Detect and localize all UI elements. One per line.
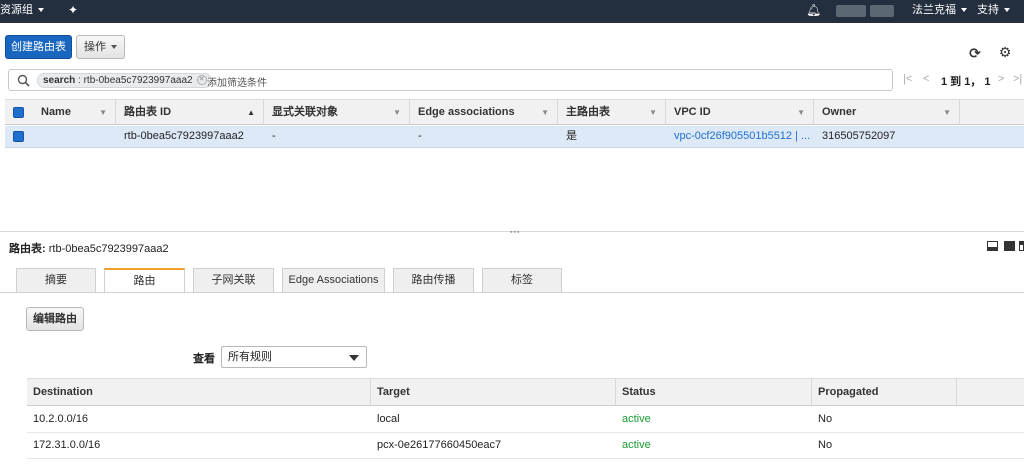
cell-target: local: [377, 413, 400, 425]
tab-edge-associations[interactable]: Edge Associations: [282, 268, 385, 293]
actions-button[interactable]: 操作: [76, 35, 125, 59]
filter-chip-value: : rtb-0bea5c7923997aaa2: [75, 75, 193, 86]
cell-status: active: [622, 439, 651, 451]
cell-owner: 316505752097: [822, 130, 896, 142]
sort-icon: ▼: [393, 108, 401, 117]
tabs-divider: [0, 292, 1024, 293]
column-header-vpc-id[interactable]: VPC ID ▼: [666, 100, 814, 125]
gear-icon[interactable]: ⚙: [997, 44, 1013, 60]
routes-table-header: Destination Target Status Propagated: [27, 378, 1024, 406]
cell-destination: 10.2.0.0/16: [33, 413, 89, 425]
cell-vpc-id-link[interactable]: vpc-0cf26f905501b5512 | ...: [666, 126, 814, 147]
panel-top-icon[interactable]: [1019, 241, 1024, 251]
cell-status: active: [622, 413, 651, 425]
region-label: 法兰克福: [912, 4, 956, 16]
bell-icon[interactable]: 🔔︎: [806, 0, 821, 23]
column-header-destination[interactable]: Destination: [27, 379, 371, 406]
cell-name: [33, 126, 116, 147]
route-table-grid-header: Name ▼ 路由表 ID ▲ 显式关联对象 ▼ Edge associatio…: [5, 99, 1024, 125]
column-header-status[interactable]: Status: [616, 379, 812, 406]
column-header-route-table-id[interactable]: 路由表 ID ▲: [116, 100, 264, 125]
chevron-down-icon: [1004, 8, 1010, 13]
filter-search-bar[interactable]: search : rtb-0bea5c7923997aaa2 ✕ 添加筛选条件: [8, 69, 893, 91]
account-id-redacted: [870, 5, 894, 17]
sort-icon: ▼: [797, 108, 805, 117]
chevron-down-icon: [111, 45, 117, 50]
edit-routes-button[interactable]: 编辑路由: [26, 307, 84, 331]
view-select[interactable]: 所有规则: [221, 346, 367, 368]
detail-title-label: 路由表:: [9, 243, 46, 255]
tab-routes[interactable]: 路由: [104, 268, 185, 293]
column-header-explicit-associations[interactable]: 显式关联对象 ▼: [264, 100, 410, 125]
cell-route-table-id: rtb-0bea5c7923997aaa2: [124, 130, 244, 142]
panel-bottom-icon[interactable]: [987, 241, 998, 251]
next-page-icon[interactable]: >: [998, 73, 1004, 85]
pagination-text: 1 到 1， 1: [941, 76, 991, 88]
panel-maximize-icon[interactable]: [1004, 241, 1015, 251]
search-icon: [17, 74, 30, 87]
cell-edge-associations: -: [418, 130, 422, 142]
tab-summary[interactable]: 摘要: [16, 268, 96, 293]
tab-tags[interactable]: 标签: [482, 268, 562, 293]
support-menu[interactable]: 支持: [977, 0, 1010, 23]
cell-propagated: No: [818, 413, 833, 425]
tab-subnet-associations[interactable]: 子网关联: [193, 268, 274, 293]
column-header-edge-associations[interactable]: Edge associations ▼: [410, 100, 558, 125]
cell-main: 是: [566, 130, 577, 142]
select-all-checkbox[interactable]: [13, 107, 24, 118]
pin-icon[interactable]: ✦: [68, 0, 78, 23]
table-row[interactable]: 172.31.0.0/16 pcx-0e26177660450eac7 acti…: [27, 433, 1024, 459]
resource-groups-label: 资源组: [0, 4, 33, 16]
sort-icon: ▼: [99, 108, 107, 117]
refresh-icon[interactable]: ⟳: [967, 45, 983, 61]
chevron-down-icon: [38, 8, 44, 13]
column-header-main[interactable]: 主路由表 ▼: [558, 100, 666, 125]
filter-placeholder: 添加筛选条件: [207, 78, 267, 89]
resource-groups-menu[interactable]: 资源组: [0, 0, 44, 23]
cell-destination: 172.31.0.0/16: [33, 439, 101, 451]
chevron-down-icon: [961, 8, 967, 13]
sort-asc-icon: ▲: [247, 108, 255, 117]
row-checkbox[interactable]: [13, 131, 24, 142]
region-menu[interactable]: 法兰克福: [912, 0, 967, 23]
first-page-icon[interactable]: |<: [903, 73, 912, 85]
column-header-owner[interactable]: Owner ▼: [814, 100, 960, 125]
cell-propagated: No: [818, 439, 833, 451]
sort-icon: ▼: [541, 108, 549, 117]
view-select-value: 所有规则: [228, 351, 272, 363]
account-name-redacted: [836, 5, 866, 17]
cell-target-link[interactable]: pcx-0e26177660450eac7: [371, 433, 501, 458]
column-header-propagated[interactable]: Propagated: [812, 379, 957, 406]
actions-label: 操作: [84, 41, 106, 53]
support-label: 支持: [977, 4, 999, 16]
filter-chip-key: search: [43, 75, 76, 86]
drag-handle-icon[interactable]: ▪▪▪: [510, 229, 520, 236]
create-route-table-button[interactable]: 创建路由表: [5, 35, 72, 59]
sort-icon: ▼: [943, 108, 951, 117]
last-page-icon[interactable]: >|: [1013, 73, 1022, 85]
dropdown-icon: [349, 355, 359, 361]
view-label: 查看: [193, 353, 215, 365]
table-row[interactable]: rtb-0bea5c7923997aaa2 - - 是 vpc-0cf26f90…: [5, 126, 1024, 148]
tab-route-propagation[interactable]: 路由传播: [393, 268, 474, 293]
detail-title-value: rtb-0bea5c7923997aaa2: [48, 243, 169, 255]
close-icon[interactable]: ✕: [196, 75, 207, 85]
column-header-target[interactable]: Target: [371, 379, 616, 406]
table-row[interactable]: 10.2.0.0/16 local active No: [27, 407, 1024, 433]
filter-chip[interactable]: search : rtb-0bea5c7923997aaa2 ✕: [37, 73, 212, 88]
sort-icon: ▼: [649, 108, 657, 117]
detail-title: 路由表: rtb-0bea5c7923997aaa2: [9, 240, 169, 256]
cell-explicit-associations: -: [272, 130, 276, 142]
top-nav-bar: 资源组 ✦ 🔔︎ 法兰克福 支持: [0, 0, 1024, 23]
column-header-name[interactable]: Name ▼: [33, 100, 116, 125]
prev-page-icon[interactable]: <: [923, 73, 929, 85]
